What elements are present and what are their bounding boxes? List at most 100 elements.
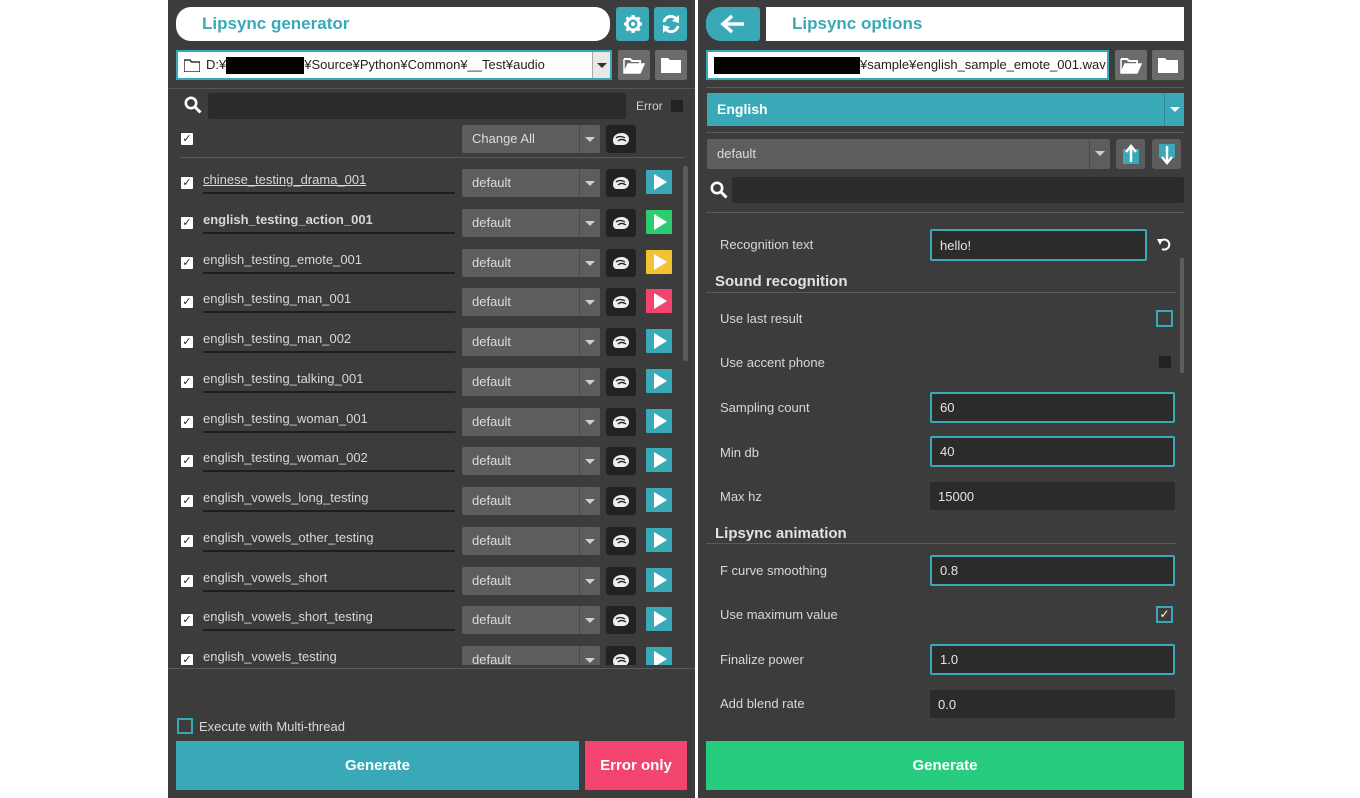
file-hair-button[interactable] xyxy=(606,606,636,634)
error-only-button[interactable]: Error only xyxy=(585,741,687,790)
generate-button[interactable]: Generate xyxy=(176,741,579,790)
file-name[interactable]: english_testing_man_002 xyxy=(203,328,455,353)
file-row-checkbox[interactable]: ✓ xyxy=(181,654,193,665)
play-button[interactable] xyxy=(646,409,672,433)
play-button[interactable] xyxy=(646,607,672,631)
file-preset-select[interactable]: default xyxy=(462,368,600,396)
refresh-button[interactable] xyxy=(654,7,687,41)
f-curve-smoothing-input[interactable]: 0.8 xyxy=(930,555,1175,586)
audio-file-path[interactable]: ¥sample¥english_sample_emote_001.wav xyxy=(706,50,1109,80)
file-row-checkbox[interactable]: ✓ xyxy=(181,614,193,626)
file-preset-select[interactable]: default xyxy=(462,249,600,277)
min-db-input[interactable]: 40 xyxy=(930,436,1175,467)
play-button[interactable] xyxy=(646,210,672,234)
file-name[interactable]: english_testing_action_001 xyxy=(203,209,455,234)
file-preset-select[interactable]: default xyxy=(462,567,600,595)
file-hair-button[interactable] xyxy=(606,328,636,356)
file-preset-select[interactable]: default xyxy=(462,487,600,515)
file-name[interactable]: english_testing_man_001 xyxy=(203,288,455,313)
file-name[interactable]: english_vowels_short_testing xyxy=(203,606,455,631)
options-scrollbar[interactable] xyxy=(1180,258,1184,373)
audio-folder-path[interactable]: D:¥ ¥Source¥Python¥Common¥__Test¥audio xyxy=(176,50,612,80)
language-dropdown-toggle[interactable] xyxy=(1164,93,1184,126)
path-dropdown-toggle[interactable] xyxy=(592,52,610,78)
file-preset-select[interactable]: default xyxy=(462,447,600,475)
multithread-checkbox[interactable] xyxy=(177,718,193,734)
play-button[interactable] xyxy=(646,289,672,313)
file-hair-button[interactable] xyxy=(606,408,636,436)
use-last-result-checkbox[interactable] xyxy=(1156,310,1173,327)
select-all-checkbox[interactable]: ✓ xyxy=(181,133,193,145)
file-preset-select[interactable]: default xyxy=(462,646,600,665)
play-button[interactable] xyxy=(646,369,672,393)
file-row-checkbox[interactable]: ✓ xyxy=(181,336,193,348)
file-hair-button[interactable] xyxy=(606,249,636,277)
file-name[interactable]: english_vowels_short xyxy=(203,567,455,592)
open-folder-button[interactable] xyxy=(618,50,650,80)
file-row-checkbox[interactable]: ✓ xyxy=(181,535,193,547)
use-maximum-value-checkbox[interactable]: ✓ xyxy=(1156,606,1173,623)
undo-icon[interactable] xyxy=(1157,237,1171,251)
language-select[interactable]: English xyxy=(707,93,1184,126)
max-hz-input[interactable]: 15000 xyxy=(930,482,1175,510)
file-name[interactable]: english_vowels_testing xyxy=(203,646,455,665)
file-name[interactable]: english_testing_woman_002 xyxy=(203,447,455,472)
file-hair-button[interactable] xyxy=(606,646,636,665)
file-preset-select[interactable]: default xyxy=(462,169,600,197)
file-preset-select[interactable]: default xyxy=(462,209,600,237)
file-hair-button[interactable] xyxy=(606,527,636,555)
file-hair-button[interactable] xyxy=(606,487,636,515)
file-preset-select[interactable]: default xyxy=(462,288,600,316)
file-hair-button[interactable] xyxy=(606,567,636,595)
file-row-checkbox[interactable]: ✓ xyxy=(181,575,193,587)
file-preset-select[interactable]: default xyxy=(462,606,600,634)
file-name[interactable]: english_vowels_other_testing xyxy=(203,527,455,552)
error-filter-checkbox[interactable] xyxy=(671,100,683,112)
play-button[interactable] xyxy=(646,528,672,552)
folder-button[interactable] xyxy=(655,50,687,80)
file-name[interactable]: chinese_testing_drama_001 xyxy=(203,169,455,194)
preset-select[interactable]: default xyxy=(707,139,1110,169)
add-blend-rate-input[interactable]: 0.0 xyxy=(930,690,1175,718)
folder-button[interactable] xyxy=(1152,50,1184,80)
play-button[interactable] xyxy=(646,647,672,665)
file-hair-button[interactable] xyxy=(606,288,636,316)
change-all-select[interactable]: Change All xyxy=(462,125,600,153)
file-hair-button[interactable] xyxy=(606,368,636,396)
file-row-checkbox[interactable]: ✓ xyxy=(181,416,193,428)
file-row-checkbox[interactable]: ✓ xyxy=(181,455,193,467)
file-row-checkbox[interactable]: ✓ xyxy=(181,296,193,308)
play-button[interactable] xyxy=(646,448,672,472)
file-row-checkbox[interactable]: ✓ xyxy=(181,495,193,507)
recognition-text-input[interactable]: hello! xyxy=(930,229,1147,261)
file-row-checkbox[interactable]: ✓ xyxy=(181,217,193,229)
file-hair-button[interactable] xyxy=(606,209,636,237)
file-row-checkbox[interactable]: ✓ xyxy=(181,257,193,269)
file-preset-select[interactable]: default xyxy=(462,408,600,436)
options-generate-button[interactable]: Generate xyxy=(706,741,1184,790)
file-list-scrollbar[interactable] xyxy=(683,166,688,361)
play-button[interactable] xyxy=(646,329,672,353)
play-button[interactable] xyxy=(646,250,672,274)
open-file-button[interactable] xyxy=(1115,50,1147,80)
upload-preset-button[interactable] xyxy=(1116,139,1145,169)
options-search-input[interactable] xyxy=(732,177,1184,203)
search-input[interactable] xyxy=(208,93,626,119)
file-name[interactable]: english_testing_woman_001 xyxy=(203,408,455,433)
file-row-checkbox[interactable]: ✓ xyxy=(181,376,193,388)
file-hair-button[interactable] xyxy=(606,169,636,197)
file-hair-button[interactable] xyxy=(606,447,636,475)
sampling-count-input[interactable]: 60 xyxy=(930,392,1175,423)
file-name[interactable]: english_testing_emote_001 xyxy=(203,249,455,274)
file-preset-select[interactable]: default xyxy=(462,328,600,356)
file-name[interactable]: english_vowels_long_testing xyxy=(203,487,455,512)
file-preset-select[interactable]: default xyxy=(462,527,600,555)
file-name[interactable]: english_testing_talking_001 xyxy=(203,368,455,393)
settings-button[interactable] xyxy=(616,7,649,41)
download-preset-button[interactable] xyxy=(1152,139,1181,169)
finalize-power-input[interactable]: 1.0 xyxy=(930,644,1175,675)
play-button[interactable] xyxy=(646,170,672,194)
hair-all-button[interactable] xyxy=(606,125,636,153)
back-button[interactable] xyxy=(706,7,760,41)
play-button[interactable] xyxy=(646,488,672,512)
